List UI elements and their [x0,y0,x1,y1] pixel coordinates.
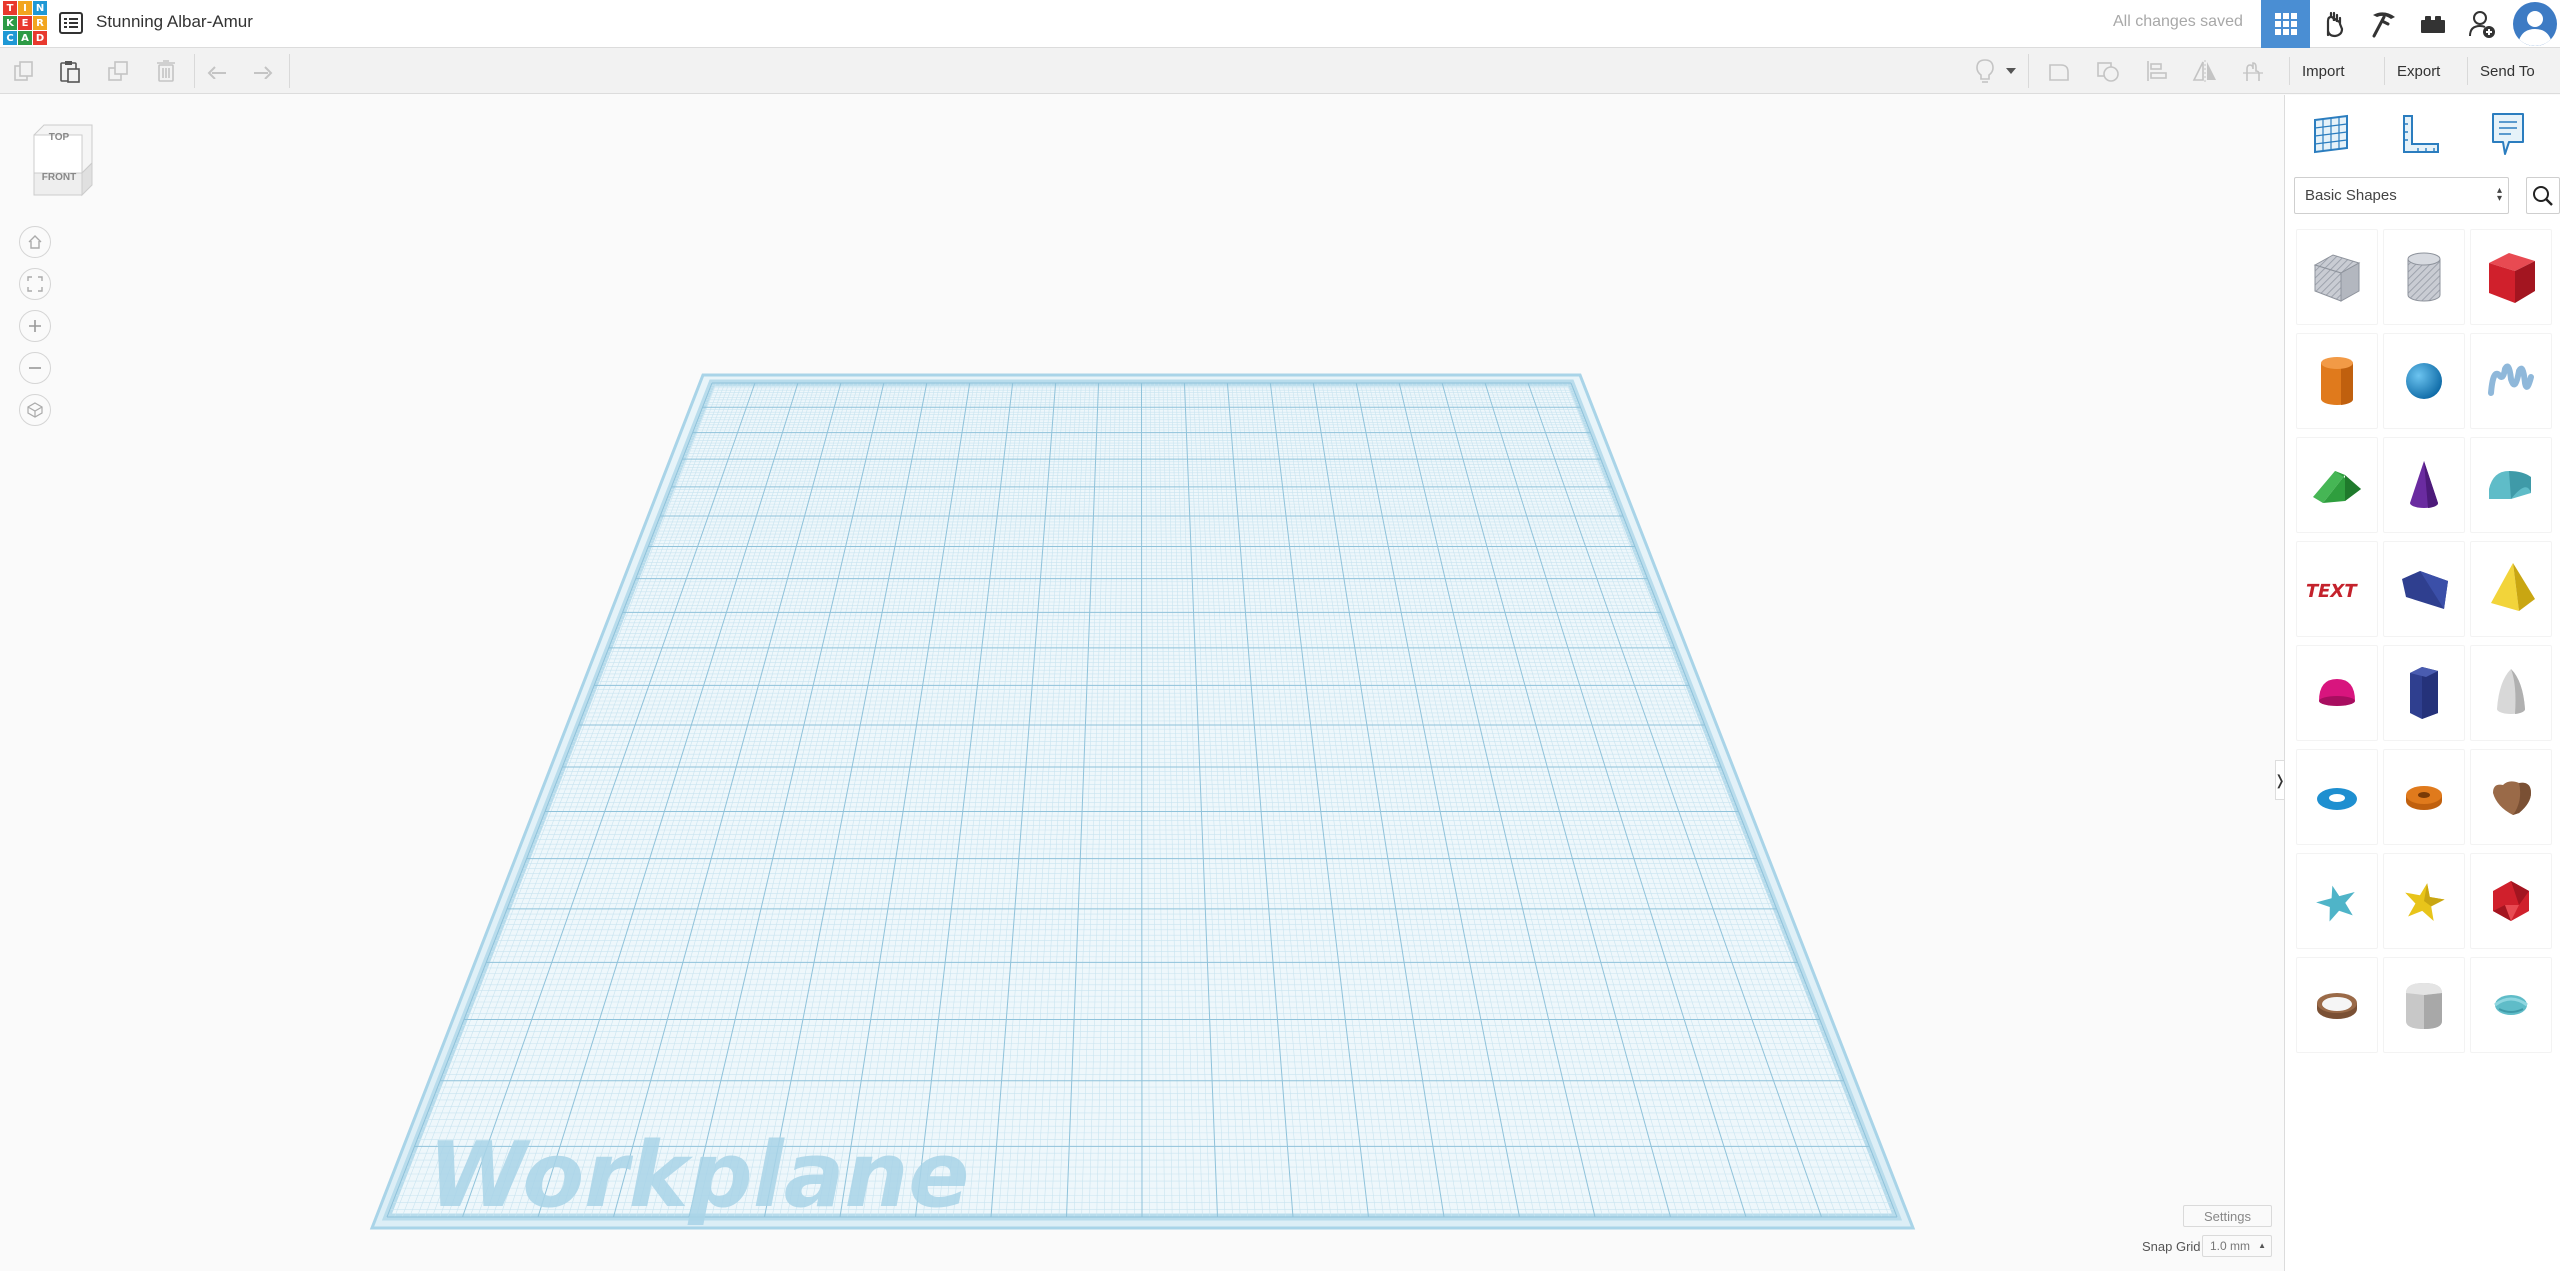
group-icon[interactable] [2044,57,2074,85]
shape-round-box[interactable] [2383,957,2465,1053]
workplane-label: Workplane [428,1123,970,1228]
shape-box[interactable] [2470,229,2552,325]
tinkercad-logo[interactable]: T I N K E R C A D [3,1,47,45]
orthographic-view-icon[interactable] [19,394,51,426]
logo-letter: E [18,16,32,30]
shapes-panel: Basic Shapes ▴ ▾ TEXT [2284,95,2560,1271]
workplane-grid[interactable]: Workplane [0,95,2283,1271]
logo-letter: I [18,1,32,15]
light-dropdown-icon[interactable] [2004,57,2018,85]
logo-letter: D [33,31,47,45]
ruler-tool-icon[interactable] [2392,107,2448,161]
shape-icosahedron[interactable] [2470,853,2552,949]
logo-letter: N [33,1,47,15]
select-arrows-icon: ▴ ▾ [2496,185,2502,204]
shape-paraboloid[interactable] [2470,645,2552,741]
shape-torus[interactable] [2296,749,2378,845]
search-icon[interactable] [2526,177,2560,214]
home-view-icon[interactable] [19,226,51,258]
shape-scribble[interactable] [2470,333,2552,429]
shape-microphone[interactable] [2470,957,2552,1053]
shape-heart[interactable] [2470,749,2552,845]
shape-cone[interactable] [2383,437,2465,533]
workplane-tool-icon[interactable] [2303,107,2359,161]
shape-star-gold[interactable] [2383,853,2465,949]
logo-letter: T [3,1,17,15]
send-to-button[interactable]: Send To [2467,57,2547,85]
shape-sphere[interactable] [2383,333,2465,429]
align-icon[interactable] [2142,57,2172,85]
view-cube-front-label: FRONT [41,172,77,183]
shape-ring[interactable] [2296,957,2378,1053]
cruise-icon[interactable] [2237,57,2267,85]
svg-text:TEXT: TEXT [2305,581,2359,602]
shape-box-hole[interactable] [2296,229,2378,325]
zoom-in-icon[interactable] [19,310,51,342]
shape-category-select[interactable]: Basic Shapes ▴ ▾ [2294,177,2509,214]
shape-polygon[interactable] [2383,645,2465,741]
duplicate-icon[interactable] [103,57,133,85]
shape-cylinder-hole[interactable] [2383,229,2465,325]
3d-viewport[interactable]: Workplane TOP FRONT ❭ [0,95,2286,1271]
chevron-up-icon: ▲ [2258,1241,2266,1250]
edit-toolbar: Import Export Send To [0,48,2560,94]
snap-grid-select[interactable]: 1.0 mm ▲ [2202,1235,2272,1257]
shape-pyramid[interactable] [2470,541,2552,637]
undo-icon[interactable] [202,57,232,85]
top-bar: T I N K E R C A D Stunning Albar-Amur Al… [0,0,2560,48]
design-list-icon[interactable] [58,11,84,35]
shape-text[interactable]: TEXT [2296,541,2378,637]
circuits-icon[interactable] [2310,0,2359,48]
snap-grid-value: 1.0 mm [2210,1239,2251,1253]
tinkercad-editor: T I N K E R C A D Stunning Albar-Amur Al… [0,0,2560,1271]
shape-roof[interactable] [2296,437,2378,533]
redo-icon[interactable] [248,57,278,85]
shape-half-sphere[interactable] [2296,645,2378,741]
codeblocks-icon[interactable] [2359,0,2408,48]
copy-icon[interactable] [9,57,39,85]
shape-star[interactable] [2296,853,2378,949]
zoom-out-icon[interactable] [19,352,51,384]
paste-icon[interactable] [55,57,85,85]
3d-design-icon[interactable] [2261,0,2310,48]
logo-letter: K [3,16,17,30]
notes-tool-icon[interactable] [2479,107,2535,161]
shapes-grid: TEXT [2296,229,2557,1053]
light-bulb-icon[interactable] [1970,57,2000,85]
settings-button[interactable]: Settings [2183,1205,2272,1227]
shape-tube[interactable] [2383,749,2465,845]
snap-grid-label: Snap Grid [2142,1239,2201,1254]
shape-round-roof[interactable] [2470,437,2552,533]
user-avatar-icon[interactable] [2513,2,2557,46]
design-title[interactable]: Stunning Albar-Amur [96,12,253,32]
logo-letter: C [3,31,17,45]
shape-cylinder[interactable] [2296,333,2378,429]
bricks-icon[interactable] [2408,0,2457,48]
import-button[interactable]: Import [2289,57,2357,85]
view-cube[interactable]: TOP FRONT [30,123,96,197]
delete-icon[interactable] [151,57,181,85]
ungroup-icon[interactable] [2093,57,2123,85]
fit-view-icon[interactable] [19,268,51,300]
logo-letter: R [33,16,47,30]
logo-letter: A [18,31,32,45]
shape-category-value: Basic Shapes [2305,187,2397,204]
save-status: All changes saved [2113,13,2243,30]
export-button[interactable]: Export [2384,57,2452,85]
view-cube-top-label: TOP [48,132,70,143]
invite-user-icon[interactable] [2457,0,2506,48]
mirror-icon[interactable] [2190,57,2220,85]
shape-wedge[interactable] [2383,541,2465,637]
